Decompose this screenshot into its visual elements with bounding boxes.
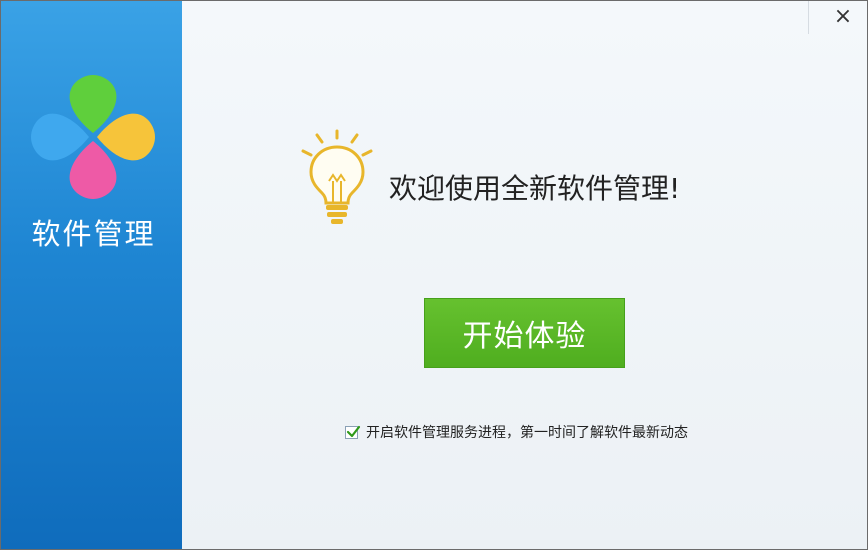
app-window: 软件管理 × 欢迎使用全新软件管理! 开始体验 开启软件管理服务进程，第一时间了… (0, 0, 868, 550)
start-experience-button[interactable]: 开始体验 (424, 298, 625, 368)
four-petal-logo-icon (31, 75, 155, 199)
lightbulb-icon (301, 129, 373, 224)
start-button-label: 开始体验 (462, 319, 587, 354)
service-process-option[interactable]: 开启软件管理服务进程，第一时间了解软件最新动态 (345, 422, 688, 442)
service-process-checkbox[interactable] (345, 425, 361, 439)
main-panel: × 欢迎使用全新软件管理! 开始体验 开启软件管理服务进程，第一时间了解软件最新… (182, 1, 867, 549)
welcome-heading: 欢迎使用全新软件管理! (389, 172, 681, 205)
sidebar: 软件管理 (1, 1, 182, 549)
checkmark-icon (346, 425, 361, 437)
titlebar-controls: × (808, 1, 867, 34)
sidebar-title: 软件管理 (31, 217, 156, 251)
service-process-label: 开启软件管理服务进程，第一时间了解软件最新动态 (366, 425, 688, 441)
close-icon[interactable]: × (833, 5, 853, 29)
